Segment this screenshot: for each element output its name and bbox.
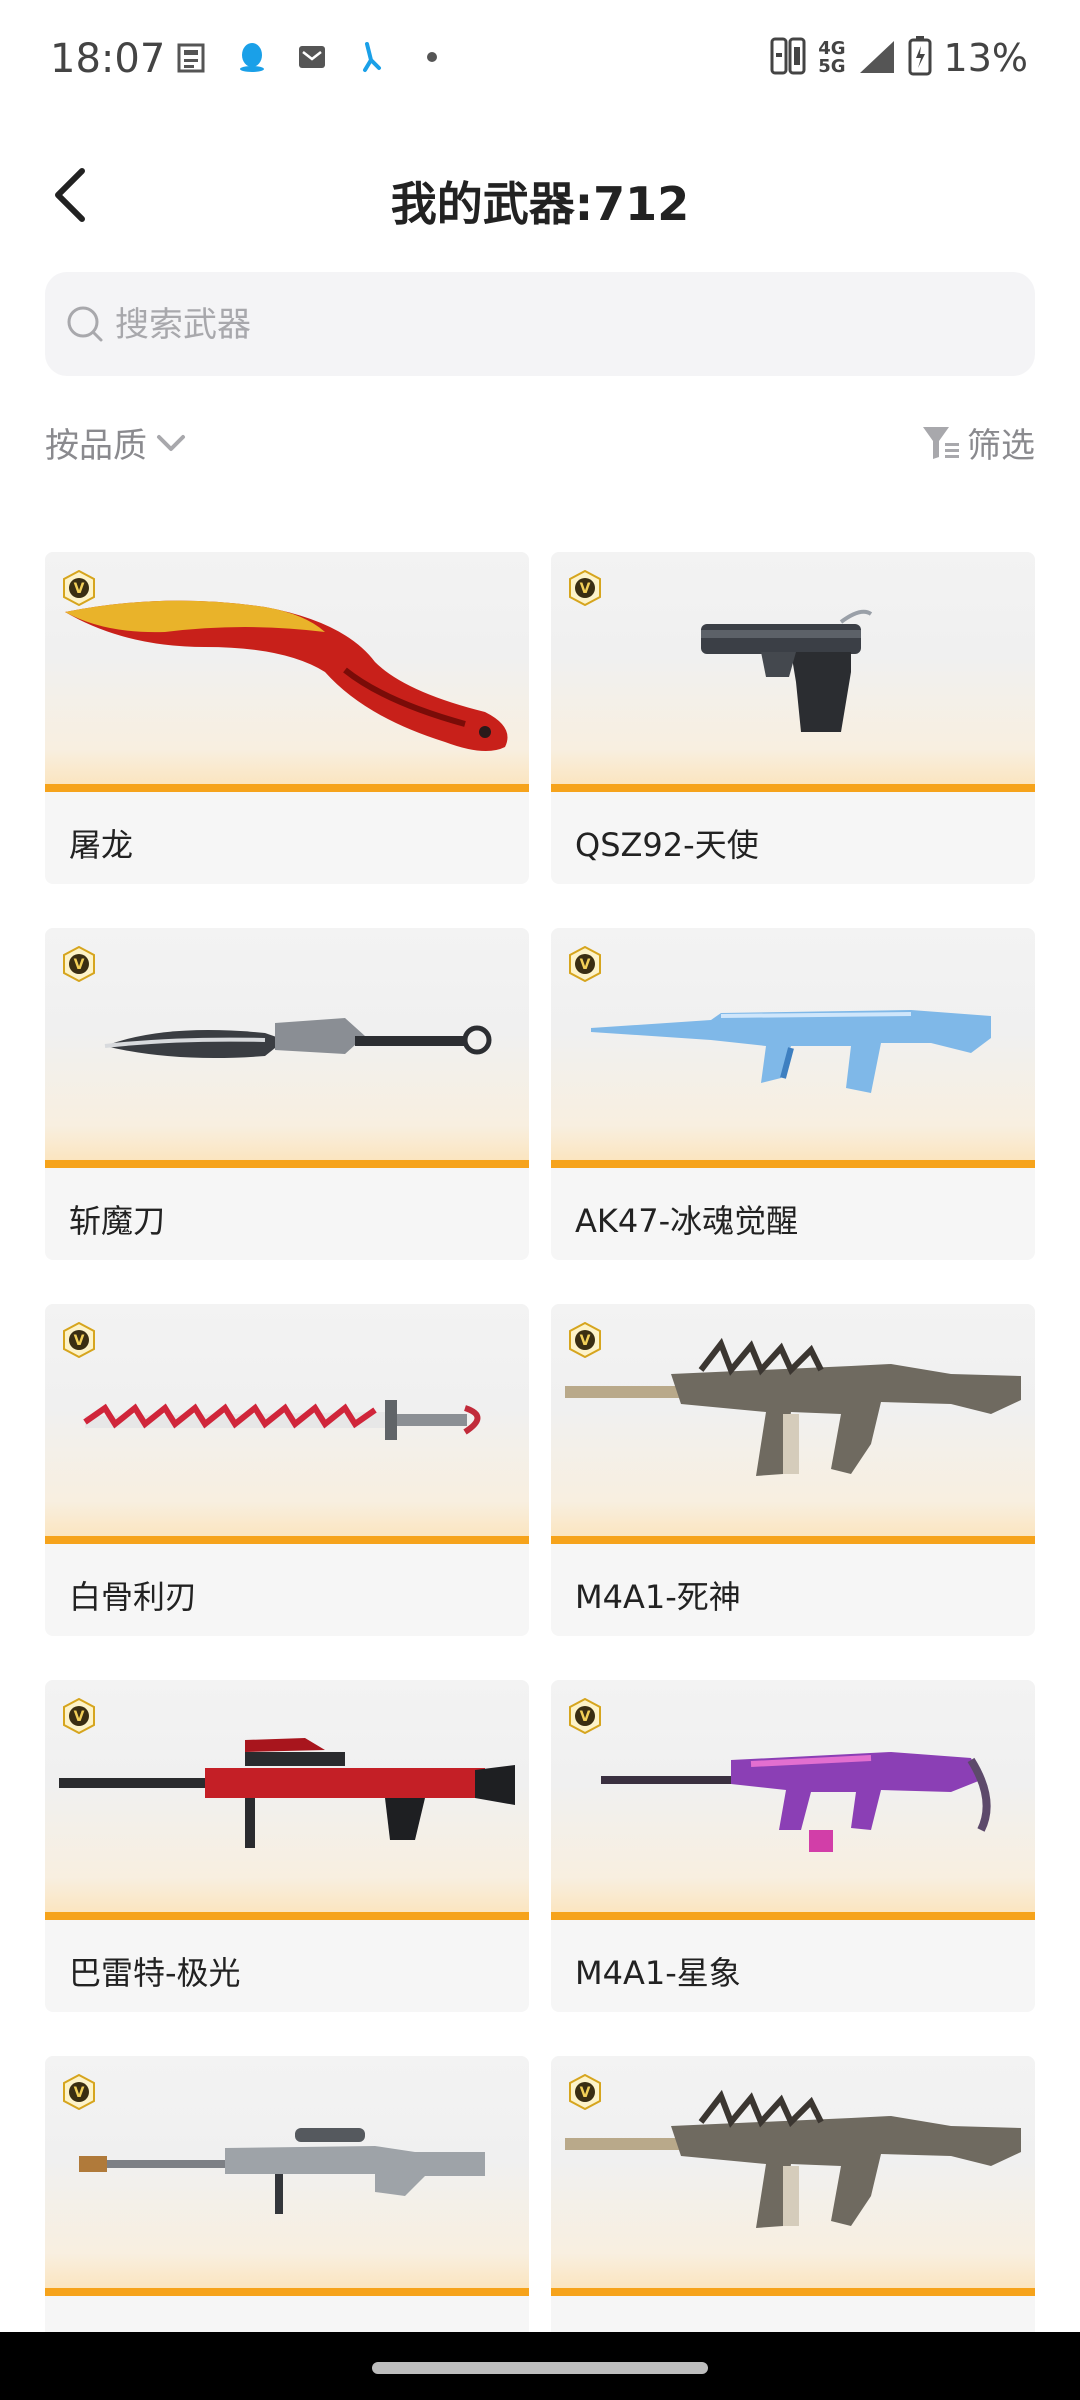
svg-text:V: V xyxy=(74,2085,85,2101)
chevron-down-icon xyxy=(157,434,185,451)
weapon-image-area: V xyxy=(551,928,1035,1168)
svg-text:V: V xyxy=(580,957,591,973)
filter-button[interactable]: 筛选 xyxy=(921,418,1035,467)
signal-icon xyxy=(858,37,896,79)
weapon-image-area: V xyxy=(45,552,529,792)
svg-text:V: V xyxy=(74,1333,85,1349)
sort-dropdown[interactable]: 按品质 xyxy=(45,418,187,467)
weapon-card[interactable]: V 屠龙 xyxy=(45,552,529,884)
svg-text:V: V xyxy=(580,1333,591,1349)
sniper-rifle-image xyxy=(79,2128,485,2214)
vip-badge-icon: V xyxy=(569,1698,601,1734)
home-gesture-handle[interactable] xyxy=(372,2362,708,2374)
vip-badge-icon: V xyxy=(63,946,95,982)
status-right: 4G 5G 13% xyxy=(770,36,1028,80)
vip-badge-icon: V xyxy=(569,946,601,982)
weapon-card[interactable]: V 巴雷特-极光 xyxy=(45,1680,529,2012)
weapon-image-area: V xyxy=(551,552,1035,792)
vip-badge-icon: V xyxy=(63,570,95,606)
ak47-ice-image xyxy=(591,1010,991,1093)
bone-blade-image xyxy=(83,1400,481,1440)
weapon-image-area: V xyxy=(551,1304,1035,1544)
vip-badge-icon: V xyxy=(63,1698,95,1734)
network-bottom-label: 5G xyxy=(818,56,846,77)
weapon-card[interactable]: V AK47-冰魂觉醒 xyxy=(551,928,1035,1260)
weapon-name: QSZ92-天使 xyxy=(575,826,759,864)
filter-label: 筛选 xyxy=(967,426,1035,466)
hd-icon xyxy=(770,37,806,79)
weapon-card[interactable]: V 斩魔刀 xyxy=(45,928,529,1260)
m4a1-rifle-image xyxy=(565,2089,1021,2228)
weapon-name: 斩魔刀 xyxy=(69,1202,166,1240)
svg-text:V: V xyxy=(580,1709,591,1725)
search-icon xyxy=(67,306,103,342)
m4a1-zodiac-image xyxy=(601,1752,991,1852)
pistol-image xyxy=(701,609,873,732)
weapon-name: AK47-冰魂觉醒 xyxy=(575,1202,799,1240)
battery-percent: 13% xyxy=(943,36,1028,80)
weapon-card[interactable]: V QSZ92-天使 xyxy=(551,552,1035,884)
system-navigation-bar xyxy=(0,2332,1080,2400)
filter-icon xyxy=(923,426,959,459)
vip-badge-icon: V xyxy=(569,1322,601,1358)
svg-text:V: V xyxy=(74,957,85,973)
weapon-name: 白骨利刃 xyxy=(69,1578,198,1616)
page-title: 我的武器:712 xyxy=(390,177,690,231)
search-input[interactable] xyxy=(113,272,997,378)
weapon-image-area: V xyxy=(45,1680,529,1920)
weapon-name: M4A1-死神 xyxy=(575,1578,741,1616)
weapon-card[interactable]: V 白骨利刃 xyxy=(45,1304,529,1636)
search-bar[interactable] xyxy=(45,272,1035,378)
more-dot-icon xyxy=(415,40,449,74)
mail-icon xyxy=(295,40,329,74)
qq-icon xyxy=(235,40,269,74)
battery-icon xyxy=(908,36,932,80)
game-icon xyxy=(355,40,389,74)
status-time: 18:07 xyxy=(50,36,166,82)
news-icon xyxy=(175,40,209,74)
weapon-name: M4A1-星象 xyxy=(575,1954,741,1992)
svg-text:V: V xyxy=(580,2085,591,2101)
weapon-image-area: V xyxy=(551,1680,1035,1920)
status-bar: 18:07 4G 5G 13% xyxy=(0,0,1080,120)
weapon-card[interactable]: V M4A1-星象 xyxy=(551,1680,1035,2012)
weapon-image-area: V xyxy=(45,2056,529,2296)
sort-label: 按品质 xyxy=(45,426,147,466)
dragon-blade-image xyxy=(104,1018,492,1059)
vip-badge-icon: V xyxy=(569,2074,601,2110)
weapon-name: 巴雷特-极光 xyxy=(69,1954,241,1992)
svg-text:V: V xyxy=(580,581,591,597)
vip-badge-icon: V xyxy=(63,2074,95,2110)
weapon-image-area: V xyxy=(45,1304,529,1544)
svg-text:V: V xyxy=(74,581,85,597)
barrett-aurora-image xyxy=(59,1738,515,1848)
weapon-name: 屠龙 xyxy=(69,826,134,864)
weapon-card[interactable]: V M4A1-死神 xyxy=(551,1304,1035,1636)
m4a1-death-image xyxy=(565,1337,1021,1476)
kukri-knife-image xyxy=(65,600,508,751)
vip-badge-icon: V xyxy=(63,1322,95,1358)
vip-badge-icon: V xyxy=(569,570,601,606)
notification-icons xyxy=(175,40,449,74)
weapon-image-area: V xyxy=(45,928,529,1168)
svg-text:V: V xyxy=(74,1709,85,1725)
weapon-image-area: V xyxy=(551,2056,1035,2296)
network-type: 4G 5G xyxy=(818,40,845,76)
